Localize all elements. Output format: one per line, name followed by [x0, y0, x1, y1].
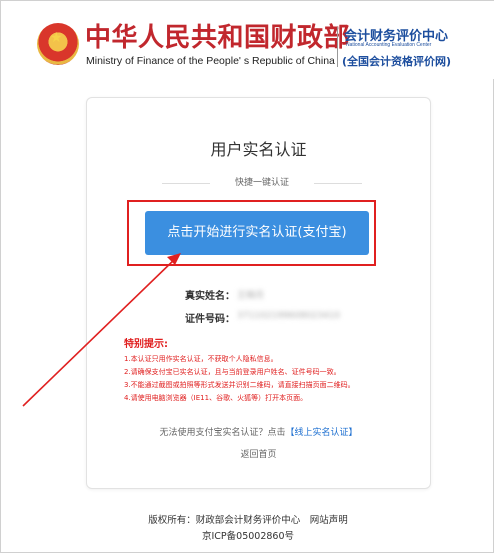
footer-copyright: 版权所有：财政部会计财务评价中心 网站声明	[148, 515, 348, 526]
alt-verify-row: 无法使用支付宝实名认证？点击【线上实名认证】	[87, 425, 430, 438]
tip-item: 2.请确保支付宝已实名认证，且与当前登录用户姓名、证件号码一致。	[124, 368, 341, 376]
name-label: 真实姓名：	[185, 291, 235, 302]
id-value: 371102199608023410	[237, 311, 341, 321]
tip-item: 4.请使用电脑浏览器（IE11、谷歌、火狐等）打开本页面。	[124, 394, 308, 402]
alipay-verify-button[interactable]: 点击开始进行实名认证(支付宝)	[145, 211, 369, 255]
quick-verify-divider: 快捷一键认证	[162, 176, 362, 190]
star-icon: ★	[50, 30, 63, 46]
ministry-name-en: Ministry of Finance of the People' s Rep…	[86, 55, 335, 67]
site-header: ★ 中华人民共和国财政部 Ministry of Finance of the …	[1, 1, 494, 79]
id-label: 证件号码：	[185, 314, 235, 325]
special-tips: 特别提示: 1.本认证只用作实名认证，不获取个人隐私信息。 2.请确保支付宝已实…	[124, 337, 424, 405]
tip-item: 3.不能通过截图或拍照等形式发送并识别二维码，请直接扫描页面二维码。	[124, 381, 355, 389]
footer-icp[interactable]: 京ICP备05002860号	[1, 528, 494, 542]
center-name-en: National Accounting Evaluation Center	[346, 42, 432, 48]
alt-verify-text: 无法使用支付宝实名认证？点击	[159, 428, 286, 438]
center-subtitle: (全国会计资格评价网)	[342, 55, 452, 68]
tips-title: 特别提示:	[124, 339, 168, 350]
online-verify-link[interactable]: 【线上实名认证】	[286, 428, 358, 438]
page-title: 用户实名认证	[210, 140, 307, 159]
header-divider	[337, 27, 338, 67]
verification-card: 用户实名认证 快捷一键认证 点击开始进行实名认证(支付宝) 真实姓名： 王晓月 …	[86, 97, 431, 489]
tip-item: 1.本认证只用作实名认证，不获取个人隐私信息。	[124, 355, 278, 363]
back-home-link[interactable]: 返回首页	[87, 447, 430, 460]
name-value: 王晓月	[237, 291, 265, 301]
national-emblem-icon: ★	[37, 23, 79, 65]
ministry-name-cn: 中华人民共和国财政部	[85, 23, 351, 53]
